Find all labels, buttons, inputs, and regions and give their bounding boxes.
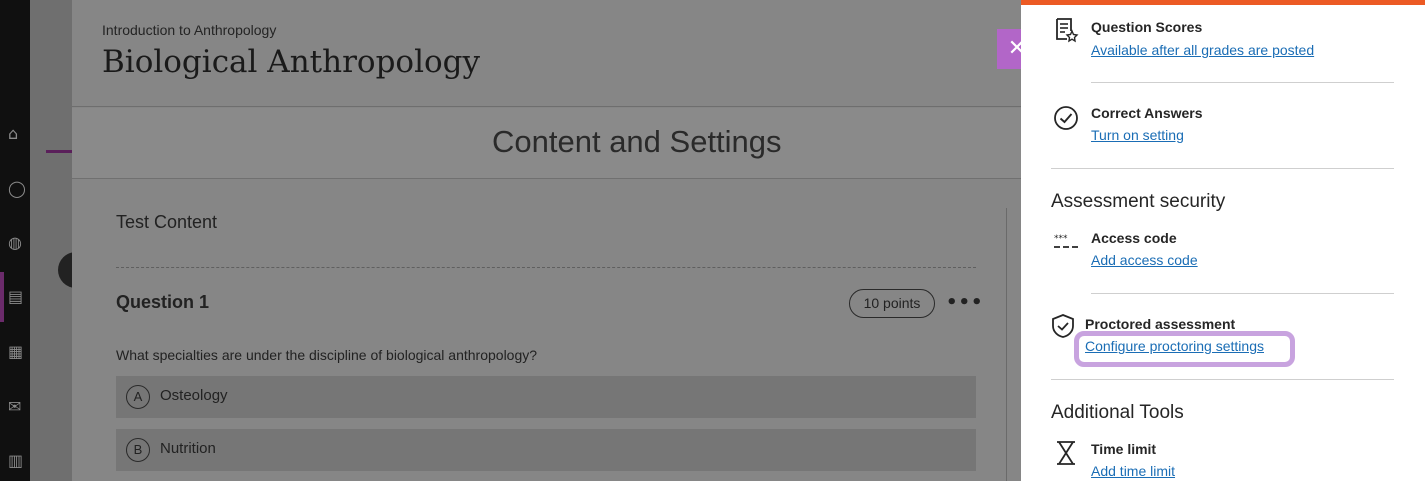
- globe-icon[interactable]: ◍: [8, 234, 26, 252]
- hourglass-icon: [1057, 441, 1075, 465]
- question-scores-link[interactable]: Available after all grades are posted: [1091, 42, 1314, 58]
- test-content-label: Test Content: [116, 212, 218, 232]
- divider: [1091, 293, 1394, 294]
- global-nav: ⌂ ◯ ◍ ▤ ▦ ✉ ▥: [0, 0, 30, 481]
- breadcrumb[interactable]: Introduction to Anthropology: [102, 22, 276, 38]
- question-title: Question 1: [116, 292, 210, 312]
- answer-text: Nutrition: [160, 440, 216, 457]
- correct-answers-link[interactable]: Turn on setting: [1091, 127, 1184, 143]
- divider: [1091, 82, 1394, 83]
- answer-option[interactable]: A Osteology: [116, 376, 976, 418]
- configure-proctoring-link[interactable]: Configure proctoring settings: [1085, 338, 1264, 354]
- correct-answers-title: Correct Answers: [1091, 105, 1203, 121]
- content-settings-modal: Introduction to Anthropology Biological …: [72, 0, 1021, 481]
- calendar-icon[interactable]: ▦: [8, 343, 26, 361]
- messages-icon[interactable]: ✉: [8, 398, 26, 416]
- course-page-background: [30, 0, 72, 481]
- divider: [1051, 168, 1394, 169]
- answer-letter: B: [126, 438, 150, 462]
- access-code-title: Access code: [1091, 230, 1177, 246]
- profile-icon[interactable]: ◯: [8, 180, 26, 198]
- nav-active-indicator: [0, 272, 4, 322]
- assessment-security-heading: Assessment security: [1051, 191, 1226, 212]
- proctored-assessment-title: Proctored assessment: [1085, 316, 1236, 332]
- answer-text: Osteology: [160, 387, 228, 404]
- svg-text:***: ***: [1054, 234, 1068, 244]
- column-divider: [1006, 208, 1007, 481]
- points-badge[interactable]: 10 points: [849, 289, 935, 318]
- course-tab-indicator: [46, 150, 72, 153]
- modal-heading: Content and Settings: [492, 124, 782, 159]
- more-options-icon[interactable]: •••: [946, 292, 984, 313]
- add-access-code-link[interactable]: Add access code: [1091, 252, 1198, 268]
- certificate-icon: [1056, 18, 1079, 43]
- answer-option[interactable]: B Nutrition: [116, 429, 976, 471]
- password-dots-icon: ***: [1054, 234, 1078, 248]
- page-title: Biological Anthropology: [102, 44, 481, 80]
- divider: [1051, 379, 1394, 380]
- grades-icon[interactable]: ▥: [8, 452, 26, 470]
- shield-icon: [1052, 314, 1074, 338]
- question-text: What specialties are under the disciplin…: [116, 347, 538, 363]
- institution-icon[interactable]: ⌂: [8, 125, 26, 143]
- panel-accent-bar: [1021, 0, 1425, 5]
- modal-subheader: Content and Settings: [72, 108, 1021, 179]
- courses-icon[interactable]: ▤: [8, 288, 26, 306]
- check-circle-icon: [1054, 106, 1078, 130]
- answer-letter: A: [126, 385, 150, 409]
- additional-tools-heading: Additional Tools: [1051, 402, 1184, 423]
- add-time-limit-link[interactable]: Add time limit: [1091, 463, 1175, 479]
- avatar: [58, 252, 72, 288]
- question-scores-title: Question Scores: [1091, 19, 1203, 35]
- settings-panel: Question Scores Available after all grad…: [1021, 0, 1425, 481]
- divider: [116, 267, 976, 268]
- modal-header: Introduction to Anthropology Biological …: [72, 0, 1021, 107]
- time-limit-title: Time limit: [1091, 441, 1157, 457]
